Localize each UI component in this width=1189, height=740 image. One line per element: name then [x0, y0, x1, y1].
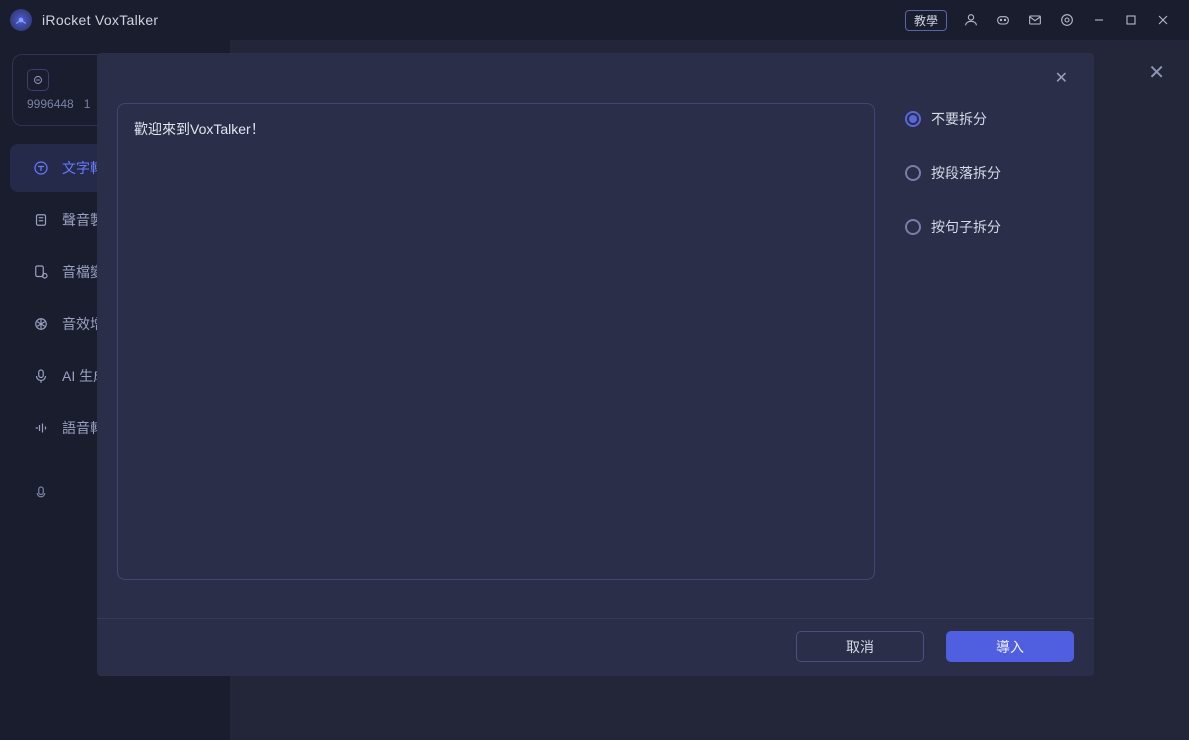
split-options: 不要拆分 按段落拆分 按句子拆分 [895, 103, 1074, 618]
cancel-button[interactable]: 取消 [796, 631, 924, 662]
modal-header: ✕ [97, 53, 1094, 103]
modal-overlay: ✕ 歡迎來到VoxTalker！ 不要拆分 按段落拆分 按句子拆分 [0, 0, 1189, 740]
import-textarea[interactable]: 歡迎來到VoxTalker！ [117, 103, 875, 580]
modal-close-icon[interactable]: ✕ [1049, 62, 1074, 94]
modal-footer: 取消 導入 [97, 618, 1094, 676]
radio-split-paragraph[interactable]: 按段落拆分 [905, 163, 1074, 183]
radio-icon [905, 111, 921, 127]
radio-label: 不要拆分 [931, 109, 987, 129]
radio-icon [905, 165, 921, 181]
import-button[interactable]: 導入 [946, 631, 1074, 662]
radio-label: 按段落拆分 [931, 163, 1001, 183]
radio-no-split[interactable]: 不要拆分 [905, 109, 1074, 129]
radio-icon [905, 219, 921, 235]
import-textarea-content: 歡迎來到VoxTalker！ [134, 118, 858, 140]
radio-label: 按句子拆分 [931, 217, 1001, 237]
import-modal: ✕ 歡迎來到VoxTalker！ 不要拆分 按段落拆分 按句子拆分 [97, 53, 1094, 676]
radio-split-sentence[interactable]: 按句子拆分 [905, 217, 1074, 237]
modal-body: 歡迎來到VoxTalker！ 不要拆分 按段落拆分 按句子拆分 [97, 103, 1094, 618]
